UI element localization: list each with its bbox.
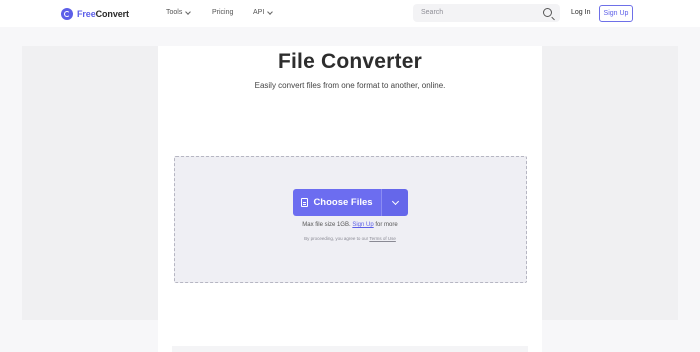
page-subtitle: Easily convert files from one format to … xyxy=(254,81,446,90)
nav-tools-label: Tools xyxy=(166,9,183,16)
terms-link[interactable]: Terms of Use xyxy=(369,236,396,241)
terms-text: By proceeding, you agree to our xyxy=(304,236,369,241)
freeconvert-logo[interactable]: FreeConvert xyxy=(61,7,129,20)
upload-source-dropdown[interactable] xyxy=(381,189,408,216)
nav-tools[interactable]: Tools xyxy=(166,8,192,16)
max-file-size-note: Max file size 1GB. Sign Up for more xyxy=(0,222,700,228)
search-icon[interactable] xyxy=(543,8,552,17)
chevron-down-icon xyxy=(185,8,192,15)
signup-link[interactable]: Sign Up xyxy=(352,222,373,228)
choose-files-label: Choose Files xyxy=(313,197,373,208)
next-section-edge xyxy=(172,346,528,352)
top-nav-bar: FreeConvert Tools Pricing API Search Log… xyxy=(0,0,700,27)
nav-api[interactable]: API xyxy=(253,8,274,16)
choose-files-button[interactable]: Choose Files xyxy=(293,189,381,216)
logo-icon xyxy=(61,7,73,20)
chevron-down-icon xyxy=(267,8,274,15)
nav-api-label: API xyxy=(253,9,265,16)
logo-text: FreeConvert xyxy=(77,8,129,19)
signup-button[interactable]: Sign Up xyxy=(599,5,633,22)
max-size-text: Max file size 1GB. xyxy=(302,222,351,228)
file-icon xyxy=(301,198,309,207)
page-title: File Converter xyxy=(277,50,422,73)
max-size-suffix: for more xyxy=(375,222,398,228)
login-link[interactable]: Log In xyxy=(571,9,590,16)
nav-pricing[interactable]: Pricing xyxy=(212,9,233,16)
search-input[interactable]: Search xyxy=(413,4,560,22)
search-placeholder: Search xyxy=(421,9,444,16)
nav-pricing-label: Pricing xyxy=(212,9,234,16)
terms-note: By proceeding, you agree to our Terms of… xyxy=(0,236,700,241)
chevron-down-icon xyxy=(391,197,399,205)
file-drop-zone[interactable] xyxy=(174,156,527,283)
